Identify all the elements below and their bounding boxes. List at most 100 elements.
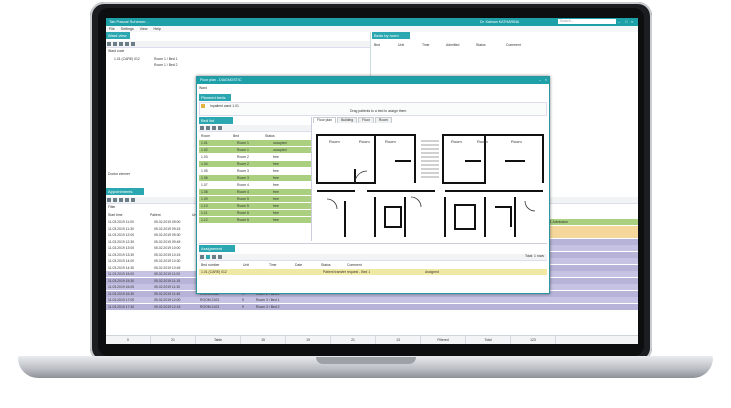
col-bed-number[interactable]: Bed number [199,262,241,268]
new-icon[interactable] [107,198,111,202]
tab-floor[interactable]: Floor [358,117,374,123]
floorplan-tabs: Floor plan Building Floor Room [313,117,393,123]
bed-row[interactable]: 1.03 Room 2 free [199,154,311,160]
bed-row[interactable]: 1.05 Room 3 free [199,168,311,174]
maximize-icon[interactable]: □ [625,18,627,26]
redo-icon[interactable] [218,255,222,259]
minimize-icon[interactable]: – [618,18,620,26]
assignment-header: Bed number Unit Time Date Status Comment [199,262,547,268]
table-cell: 05.02.2019 10:15 [154,252,181,257]
save-icon[interactable] [200,255,204,259]
col-time[interactable]: Time [420,42,444,48]
dialog-title: Floor plan - DIAGNOSTIC [200,78,242,82]
assignment-count: Total: 1 rows [524,254,544,258]
calendar-icon[interactable] [125,198,129,202]
menu-settings[interactable]: Settings [121,27,134,31]
col-date[interactable]: Date [293,262,319,268]
tab-building[interactable]: Building [337,117,358,123]
remove-icon[interactable] [206,126,210,130]
tree-sub-1[interactable]: Room 1 / Bed 1 [154,57,178,61]
export-icon[interactable] [125,42,129,46]
refresh-icon[interactable] [107,42,111,46]
tab-floorplan[interactable]: Floor plan [313,117,337,123]
menu-file[interactable]: File [109,27,115,31]
bed-cell: free [273,218,279,222]
floorplan-dialog: Floor plan - DIAGNOSTIC – × Ward Planned… [196,76,550,294]
delete-icon[interactable] [119,198,123,202]
menu-help[interactable]: Help [154,27,161,31]
assignment-status: Assigned [425,270,439,274]
col-status[interactable]: Status [263,133,295,139]
edit-icon[interactable] [113,198,117,202]
table-cell: 11.03.2019 16:00 [108,285,135,289]
bed-row[interactable]: 1.08 Room 4 free [199,189,311,195]
bed-row[interactable]: 1.12 Room 6 free [199,217,311,223]
table-cell: 11.03.2019 17:30 [108,304,135,309]
table-cell: 05.02.2019 11:45 [154,291,181,296]
col-bed[interactable]: Bed [372,42,396,48]
user-label[interactable]: Dr. Kalman KATHARINA [480,18,519,26]
add-icon[interactable] [200,126,204,130]
settings-icon[interactable] [131,42,135,46]
col-patient[interactable]: Patient [148,212,190,218]
filter-icon[interactable] [113,42,117,46]
bed-row[interactable]: 1.02 Room 1 occupied [199,147,311,153]
sort-icon[interactable] [218,126,222,130]
bed-row[interactable]: 1.01 Room 1 occupied [199,140,311,146]
search-input[interactable]: Search... [558,19,616,24]
beds-panel-title: Beds by room [372,32,410,39]
table-cell: 11.03.2019 14:00 [108,259,135,263]
bed-row[interactable]: 1.06 Room 3 free [199,175,311,181]
tree-item[interactable]: 1.01 (CARE) 012 [114,57,140,61]
bed-cell: 1.12 [201,218,208,222]
col-unit[interactable]: Unit [241,262,267,268]
table-cell: 05.02.2019 10:00 [154,246,181,250]
bed-row[interactable]: 1.11 Room 6 free [199,210,311,216]
undo-icon[interactable] [212,255,216,259]
col-bed[interactable]: Bed [231,133,263,139]
bed-list-title: Bed list [199,117,233,124]
col-comment[interactable]: Comment [345,262,377,268]
bed-cell: 1.05 [201,169,208,173]
table-cell: 9 [242,298,244,302]
col-status[interactable]: Status [474,42,504,48]
status-7: Filtered [421,336,466,344]
assign-icon[interactable] [206,255,210,259]
table-cell: 11.03.2019 16:30 [108,291,135,296]
print-icon[interactable] [119,42,123,46]
bed-list-header: Room Bed Status [199,133,311,139]
table-cell: 11.03.2019 13:30 [108,252,135,257]
assignment-row[interactable]: 1.01 (CARE) 012 Patient transfer request … [199,269,547,275]
col-comment[interactable]: Comment [504,42,536,48]
table-cell: 05.02.2019 12:00 [154,298,181,302]
laptop-notch [316,357,416,364]
table-cell: 05.02.2019 09:00 [154,220,181,224]
col-start[interactable]: Start time [106,212,148,218]
appointments-filter[interactable]: Filter [108,205,116,209]
print-icon[interactable] [131,198,135,202]
floorplan-drawing[interactable]: Room Room Room Room Room Room [315,131,545,239]
col-room[interactable]: Room [199,133,231,139]
col-status[interactable]: Status [319,262,345,268]
bed-row[interactable]: 1.10 Room 5 free [199,203,311,209]
search-icon[interactable] [212,126,216,130]
bed-row[interactable]: 1.07 Room 4 free [199,182,311,188]
bed-cell: Room 5 [237,204,249,208]
col-admitted[interactable]: Admitted [444,42,474,48]
bed-row[interactable]: 1.09 Room 5 free [199,196,311,202]
close-icon[interactable]: × [631,18,633,26]
beds-header: Bed Unit Time Admitted Status Comment [372,42,638,48]
bed-row[interactable]: 1.04 Room 2 free [199,161,311,167]
table-cell: 11.03.2019 12:30 [108,239,135,244]
bed-cell: Room 2 [237,155,249,159]
dialog-title-bar: Floor plan - DIAGNOSTIC – × [197,77,549,84]
dialog-close-icon[interactable]: × [545,77,547,84]
menu-view[interactable]: View [140,27,148,31]
dialog-minimize-icon[interactable]: – [539,77,541,84]
col-unit[interactable]: Unit [396,42,420,48]
col-time[interactable]: Time [267,262,293,268]
tab-room[interactable]: Room [374,117,392,123]
tree-sub-2[interactable]: Room 1 / Bed 2 [154,63,178,67]
bed-cell: 1.08 [201,190,208,194]
bed-cell: Room 2 [237,162,249,166]
